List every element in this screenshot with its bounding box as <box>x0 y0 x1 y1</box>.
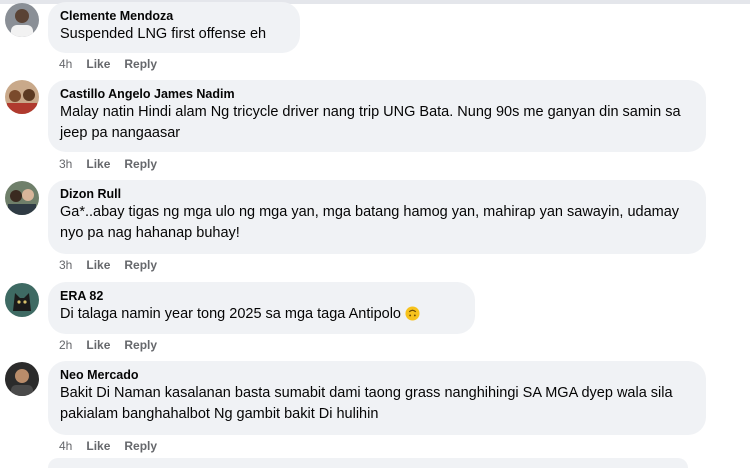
like-button[interactable]: Like <box>86 257 110 273</box>
avatar-dark-cat-icon <box>5 283 39 317</box>
comment-text: Ga*..abay tigas ng mga ulo ng mga yan, m… <box>60 204 680 241</box>
avatar[interactable] <box>5 283 39 317</box>
comment-time[interactable]: 3h <box>59 257 72 273</box>
comment-actions: 4h Like Reply <box>59 56 157 72</box>
comment-text: Malay natin Hindi alam Ng tricycle drive… <box>60 104 681 141</box>
comment-text: Suspended LNG first offense eh <box>60 26 267 42</box>
comment-author[interactable]: Castillo Angelo James Nadim <box>60 86 694 102</box>
comment-author[interactable]: ERA 82 <box>60 288 463 304</box>
comment-author[interactable]: Neo Mercado <box>60 367 694 383</box>
like-button[interactable]: Like <box>86 337 110 353</box>
comment-author[interactable]: Dizon Rull <box>60 186 694 202</box>
comment-bubble: Castillo Angelo James Nadim Malay natin … <box>48 80 706 152</box>
avatar[interactable] <box>5 3 39 37</box>
avatar[interactable] <box>5 362 39 396</box>
comment-time[interactable]: 4h <box>59 56 72 72</box>
comment-author[interactable]: Clemente Mendoza <box>60 8 288 24</box>
comment-bubble: Neo Mercado Bakit Di Naman kasalanan bas… <box>48 361 706 435</box>
reply-button[interactable]: Reply <box>124 438 157 454</box>
avatar-group-photo-icon <box>5 80 39 114</box>
reply-button[interactable]: Reply <box>124 337 157 353</box>
comment-actions: 2h Like Reply <box>59 337 157 353</box>
avatar[interactable] <box>5 80 39 114</box>
comment-actions: 3h Like Reply <box>59 257 157 273</box>
avatar-couple-photo-icon <box>5 181 39 215</box>
avatar[interactable] <box>5 181 39 215</box>
comment-actions: 4h Like Reply <box>59 438 157 454</box>
reply-button[interactable]: Reply <box>124 257 157 273</box>
comment-bubble: ERA 82 Di talaga namin year tong 2025 sa… <box>48 282 475 334</box>
comment-time[interactable]: 3h <box>59 156 72 172</box>
comment-text-line: Di talaga namin year tong 2025 sa mga ta… <box>60 304 463 325</box>
reply-button[interactable]: Reply <box>124 56 157 72</box>
like-button[interactable]: Like <box>86 438 110 454</box>
comment-bubble: Dizon Rull Ga*..abay tigas ng mga ulo ng… <box>48 180 706 254</box>
avatar-man-dark-photo-icon <box>5 362 39 396</box>
comment-actions: 3h Like Reply <box>59 156 157 172</box>
like-button[interactable]: Like <box>86 156 110 172</box>
comment-text: Di talaga namin year tong 2025 sa mga ta… <box>60 306 401 322</box>
comment-text: Bakit Di Naman kasalanan basta sumabit d… <box>60 385 673 422</box>
comment-bubble: Clemente Mendoza Suspended LNG first off… <box>48 2 300 53</box>
upside-down-face-emoji-icon <box>405 306 420 321</box>
next-comment-bubble-edge <box>48 458 688 468</box>
reply-button[interactable]: Reply <box>124 156 157 172</box>
like-button[interactable]: Like <box>86 56 110 72</box>
avatar-man-white-shirt-icon <box>5 3 39 37</box>
comment-time[interactable]: 4h <box>59 438 72 454</box>
comment-time[interactable]: 2h <box>59 337 72 353</box>
